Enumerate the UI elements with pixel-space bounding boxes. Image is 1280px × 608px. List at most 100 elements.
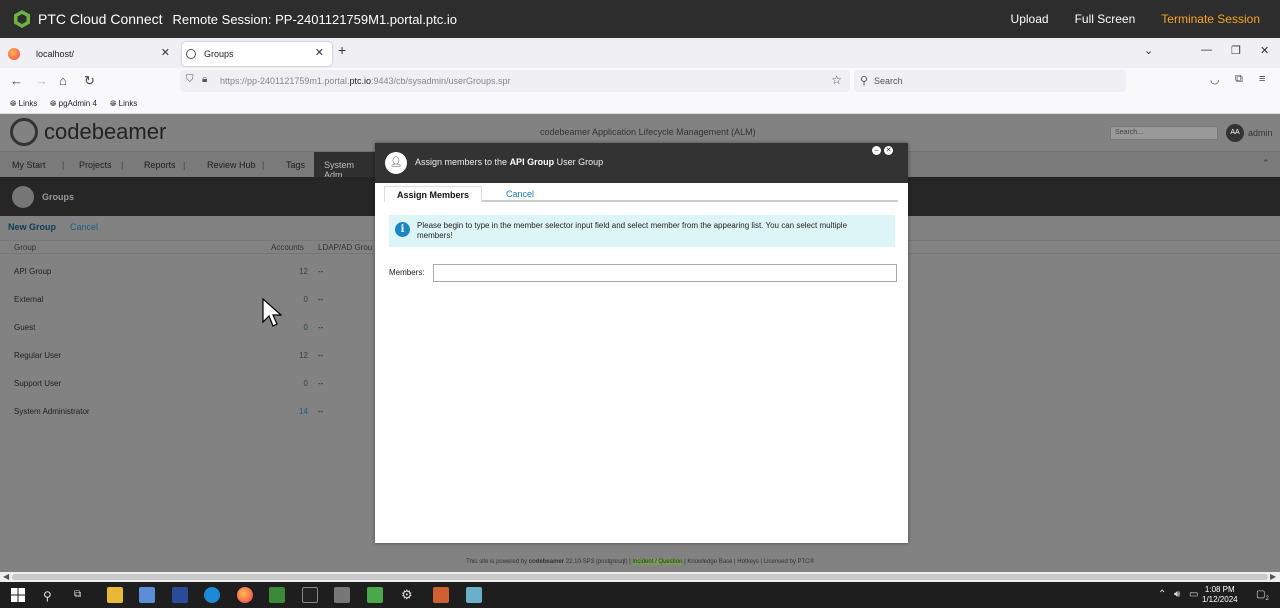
user-name[interactable]: admin <box>1248 128 1273 138</box>
globe-icon: 🌐︎ <box>10 99 17 108</box>
git-icon[interactable] <box>433 587 449 603</box>
codebeamer-logo[interactable]: codebeamer <box>10 118 166 146</box>
column-group[interactable]: Group <box>14 243 36 252</box>
chevron-down-icon[interactable]: ⌄ <box>1144 44 1153 57</box>
close-icon[interactable]: ✕ <box>315 46 324 59</box>
tab-groups[interactable]: Groups ✕ <box>182 42 332 66</box>
horizontal-scrollbar[interactable]: ◀ ▶ <box>0 572 1280 582</box>
new-tab-button[interactable]: + <box>338 42 346 58</box>
table-row[interactable]: Guest 0 -- <box>0 313 380 341</box>
ptc-logo-icon <box>14 10 30 28</box>
remote-session-bar: PTC Cloud Connect Remote Session: PP-240… <box>0 0 1280 38</box>
incident-question-link[interactable]: Incident / Question <box>632 559 683 565</box>
browser-tab-bar: localhost/ ✕ Groups ✕ <box>0 38 1280 68</box>
extensions-icon[interactable]: ⧉ <box>1235 73 1243 86</box>
shield-icon[interactable]: ⛉ <box>186 74 194 85</box>
server-manager-icon[interactable] <box>139 587 155 603</box>
task-view-icon[interactable]: ⧉ <box>74 589 81 600</box>
menu-my-start[interactable]: My Start <box>12 160 46 170</box>
refresh-icon[interactable]: ↻ <box>84 73 95 89</box>
installer-icon[interactable] <box>367 587 383 603</box>
info-message: i Please begin to type in the member sel… <box>389 215 895 247</box>
table-row[interactable]: API Group 12 -- <box>0 257 380 285</box>
bookmark-links[interactable]: 🌐︎ Links <box>10 99 37 109</box>
restore-icon[interactable]: ❐ <box>1231 44 1241 57</box>
column-ldap[interactable]: LDAP/AD Grou <box>318 243 372 252</box>
members-input[interactable] <box>433 264 897 282</box>
bookmark-links-2[interactable]: 🌐︎ Links <box>110 99 137 109</box>
close-dialog-icon[interactable]: ✕ <box>884 146 893 155</box>
document-icon[interactable] <box>334 587 350 603</box>
pocket-icon[interactable]: ◡ <box>1210 73 1220 86</box>
volume-icon[interactable]: 🔊︎ <box>1174 589 1180 600</box>
table-row[interactable]: Support User 0 -- <box>0 369 380 397</box>
menu-icon[interactable]: ≡ <box>1259 73 1265 85</box>
lock-icon[interactable]: 🔒︎ <box>202 74 207 85</box>
menu-review-hub[interactable]: Review Hub <box>207 160 256 170</box>
column-accounts[interactable]: Accounts <box>271 243 304 252</box>
bookmark-pgadmin[interactable]: 🌐︎ pgAdmin 4 <box>50 99 97 109</box>
menu-system-admin[interactable]: System Adm <box>314 152 384 180</box>
bookmarks-bar: 🌐︎ Links 🌐︎ pgAdmin 4 🌐︎ Links <box>0 94 1280 114</box>
close-icon[interactable]: ✕ <box>161 46 170 59</box>
page-title: Groups <box>42 192 75 202</box>
network-icon[interactable]: ▭ <box>1189 589 1198 600</box>
menu-tags[interactable]: Tags <box>286 160 305 170</box>
info-text: Please begin to type in the member selec… <box>417 221 848 240</box>
firefox-icon[interactable] <box>237 587 253 603</box>
table-row[interactable]: System Administrator 14 -- <box>0 397 380 425</box>
app-title: PTC Cloud Connect <box>38 11 163 27</box>
window-close-icon[interactable]: ✕ <box>1260 44 1269 57</box>
system-clock[interactable]: 1:08 PM 1/12/2024 <box>1202 585 1238 605</box>
new-group-button[interactable]: New Group <box>8 222 56 232</box>
back-arrow-icon[interactable]: ← <box>10 73 23 88</box>
globe-icon: 🌐︎ <box>50 99 57 108</box>
windows-start-icon[interactable] <box>10 587 26 603</box>
table-row[interactable]: External 0 -- <box>0 285 380 313</box>
forward-arrow-icon[interactable]: → <box>35 73 48 88</box>
avatar[interactable]: AA <box>1226 124 1244 142</box>
terminal-icon[interactable] <box>302 587 318 603</box>
settings-gear-icon[interactable]: ⚙ <box>401 587 413 603</box>
search-icon[interactable]: ⚲ <box>43 589 52 603</box>
assign-members-button[interactable]: Assign Members <box>384 186 482 202</box>
edge-icon[interactable] <box>204 587 220 603</box>
powershell-icon[interactable] <box>172 587 188 603</box>
minimize-dialog-icon[interactable]: – <box>872 146 881 155</box>
tab-label: Groups <box>204 49 234 59</box>
scroll-left-icon[interactable]: ◀ <box>3 572 9 581</box>
dialog-title: Assign members to the API Group User Gro… <box>415 157 604 167</box>
screen: PTC Cloud Connect Remote Session: PP-240… <box>0 0 1280 608</box>
scroll-right-icon[interactable]: ▶ <box>1270 572 1276 581</box>
browser-search-bar[interactable]: ⚲ Search <box>854 70 1126 92</box>
terminate-session-button[interactable]: Terminate Session <box>1161 12 1260 26</box>
tab-localhost[interactable]: localhost/ ✕ <box>4 42 178 66</box>
home-icon[interactable]: ⌂ <box>59 73 67 88</box>
mouse-cursor-icon <box>262 298 282 327</box>
bookmark-star-icon[interactable]: ☆ <box>831 73 842 87</box>
chevron-up-icon[interactable]: ⌃ <box>1158 589 1166 600</box>
notifications-icon[interactable]: ▢2 <box>1256 589 1269 602</box>
notepad-icon[interactable] <box>269 587 285 603</box>
menu-reports[interactable]: Reports <box>144 160 176 170</box>
cancel-link[interactable]: Cancel <box>70 222 98 232</box>
header-product-name: codebeamer Application Lifecycle Managem… <box>540 127 756 137</box>
url-text: https://pp-2401121759m1.portal.ptc.io:94… <box>220 76 511 86</box>
full-screen-button[interactable]: Full Screen <box>1075 12 1136 26</box>
upload-button[interactable]: Upload <box>1011 12 1049 26</box>
tab-label: localhost/ <box>36 49 75 59</box>
cancel-button[interactable]: Cancel <box>506 186 534 202</box>
file-explorer-icon[interactable] <box>107 587 123 603</box>
chevron-up-icon[interactable]: ⌃ <box>1262 158 1270 169</box>
table-row[interactable]: Regular User 12 -- <box>0 341 380 369</box>
group-icon <box>12 186 34 208</box>
url-bar[interactable]: ⛉ 🔒︎ https://pp-2401121759m1.portal.ptc.… <box>180 70 850 92</box>
app-icon[interactable] <box>466 587 482 603</box>
minimize-icon[interactable]: — <box>1201 44 1212 56</box>
reload-icon <box>186 49 196 59</box>
cb-search-input[interactable]: Search... <box>1110 126 1218 140</box>
navigation-bar: ← → ⌂ ↻ ⛉ 🔒︎ https://pp-2401121759m1.por… <box>0 68 1280 94</box>
search-icon: ⚲ <box>860 75 869 87</box>
menu-projects[interactable]: Projects <box>79 160 112 170</box>
scroll-thumb[interactable] <box>12 574 1268 580</box>
